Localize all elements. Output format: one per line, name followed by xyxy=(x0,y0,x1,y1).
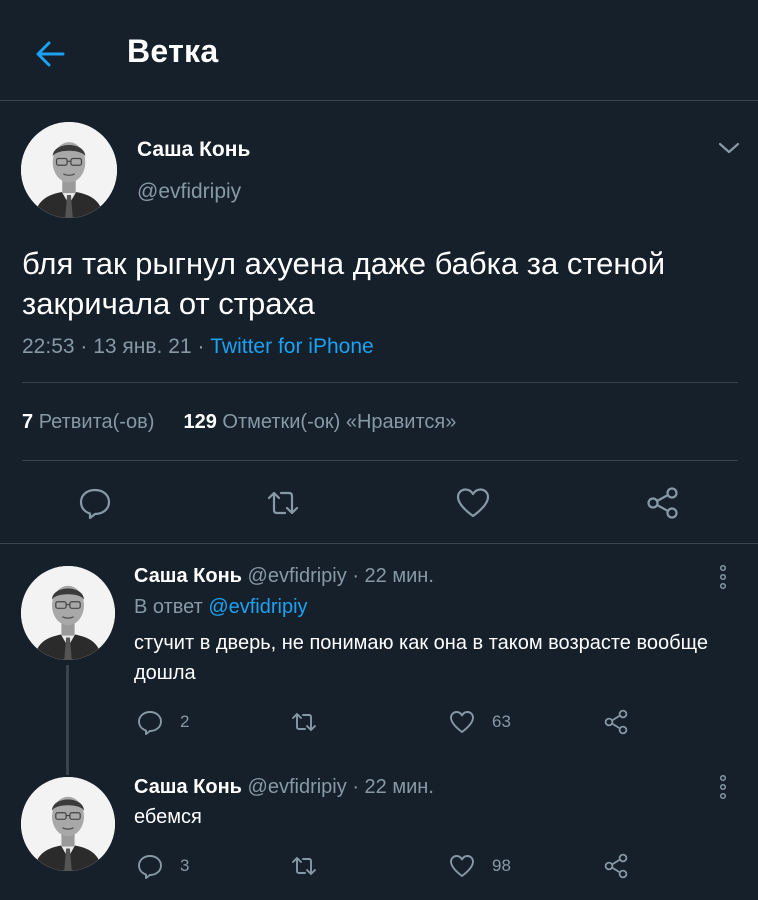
reply-author-handle[interactable]: @evfidripiy xyxy=(248,776,347,798)
share-button[interactable] xyxy=(602,708,630,736)
likes-stat[interactable]: 129 Отметки(-ок) «Нравится» xyxy=(183,411,456,433)
more-options-button[interactable] xyxy=(714,562,732,592)
reply-text: ебемся xyxy=(134,806,202,828)
retweet-button[interactable] xyxy=(290,708,334,736)
reply-prefix: В ответ xyxy=(134,596,203,618)
divider xyxy=(22,382,738,383)
tweet-date: 13 янв. 21 xyxy=(93,335,192,358)
heart-icon xyxy=(450,855,474,877)
page-title: Ветка xyxy=(127,33,219,69)
share-button[interactable] xyxy=(644,484,682,522)
avatar-image xyxy=(21,566,115,660)
like-button[interactable] xyxy=(454,484,492,522)
avatar-image xyxy=(21,122,117,218)
thread-line xyxy=(66,665,69,775)
meta-separator: · xyxy=(80,335,94,358)
reply-count: 3 xyxy=(180,856,190,875)
reply-header: Саша Конь @evfidripiy · 22 мин. xyxy=(134,776,434,799)
tweet-text: бля так рыгнул ахуена даже бабка за стен… xyxy=(22,246,666,321)
like-count: 63 xyxy=(492,712,511,731)
divider xyxy=(22,460,738,461)
reply-header: Саша Конь @evfidripiy · 22 мин. xyxy=(134,565,434,588)
retweet-icon xyxy=(292,857,316,875)
tweet-source-link[interactable]: Twitter for iPhone xyxy=(210,335,373,358)
more-vertical-icon xyxy=(719,774,727,800)
comment-icon xyxy=(138,711,162,735)
avatar[interactable] xyxy=(21,777,115,871)
retweet-icon xyxy=(292,713,316,731)
reply-author-name[interactable]: Саша Конь xyxy=(134,565,242,587)
heart-icon xyxy=(456,488,490,518)
reply-text: стучит в дверь, не понимаю как она в так… xyxy=(134,632,708,684)
meta-separator: · xyxy=(352,565,359,587)
reply-button[interactable]: 3 xyxy=(136,852,189,880)
author-name[interactable]: Саша Конь xyxy=(137,138,250,162)
retweet-button[interactable] xyxy=(264,484,302,522)
meta-separator: · xyxy=(197,335,211,358)
likes-label: Отметки(-ок) «Нравится» xyxy=(222,411,457,433)
divider xyxy=(0,543,758,544)
tweet-menu-button[interactable] xyxy=(716,137,742,159)
avatar[interactable] xyxy=(21,122,117,218)
reply-context: В ответ @evfidripiy xyxy=(134,596,308,619)
more-vertical-icon xyxy=(719,564,727,590)
arrow-left-icon xyxy=(36,41,65,67)
like-button[interactable]: 98 xyxy=(448,852,511,880)
avatar[interactable] xyxy=(21,566,115,660)
top-bar: Ветка xyxy=(0,0,758,101)
comment-icon xyxy=(79,488,111,520)
retweets-count: 7 xyxy=(22,411,34,433)
like-count: 98 xyxy=(492,856,511,875)
reply-author-handle[interactable]: @evfidripiy xyxy=(248,565,347,587)
retweets-stat[interactable]: 7 Ретвита(-ов) xyxy=(22,411,160,433)
retweet-icon xyxy=(267,491,299,515)
meta-separator: · xyxy=(352,776,359,798)
reply-button[interactable] xyxy=(76,484,114,522)
author-handle[interactable]: @evfidripiy xyxy=(137,180,241,204)
heart-icon xyxy=(450,711,474,733)
reply-time: 22 мин. xyxy=(364,565,434,587)
reply-button[interactable]: 2 xyxy=(136,708,189,736)
chevron-down-icon xyxy=(718,142,740,154)
avatar-image xyxy=(21,777,115,871)
retweets-label: Ретвита(-ов) xyxy=(38,411,155,433)
tweet-meta: 22:53 · 13 янв. 21 · Twitter for iPhone xyxy=(22,335,374,359)
share-button[interactable] xyxy=(602,852,630,880)
likes-count: 129 xyxy=(183,411,217,433)
reply-time: 22 мин. xyxy=(364,776,434,798)
reply-author-name[interactable]: Саша Конь xyxy=(134,776,242,798)
reply-to-link[interactable]: @evfidripiy xyxy=(208,596,307,618)
comment-icon xyxy=(138,855,162,879)
more-options-button[interactable] xyxy=(714,772,732,802)
header-divider xyxy=(0,100,758,101)
tweet-stats: 7 Ретвита(-ов) 129 Отметки(-ок) «Нравитс… xyxy=(22,411,456,434)
back-button[interactable] xyxy=(30,34,70,74)
retweet-button[interactable] xyxy=(290,852,334,880)
share-icon xyxy=(604,853,628,879)
like-button[interactable]: 63 xyxy=(448,708,511,736)
reply-count: 2 xyxy=(180,712,190,731)
share-icon xyxy=(647,487,678,519)
tweet-time: 22:53 xyxy=(22,335,75,358)
share-icon xyxy=(604,709,628,735)
